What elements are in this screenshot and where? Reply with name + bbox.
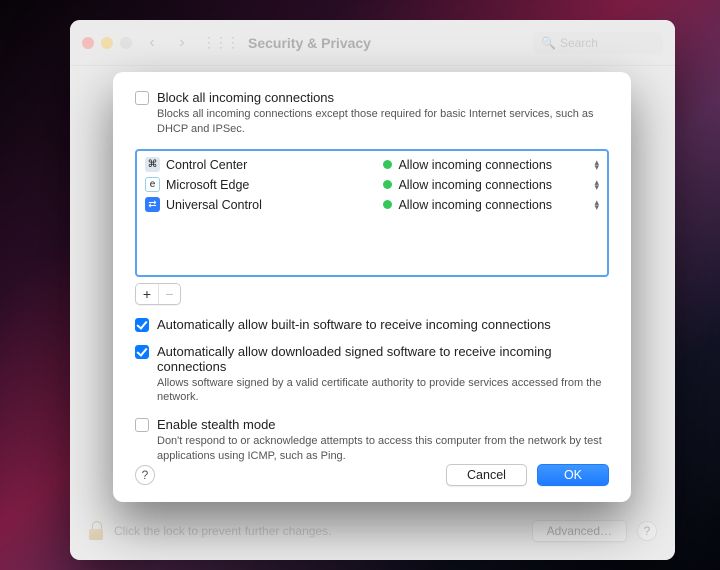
forward-button[interactable]: › <box>172 34 192 52</box>
block-all-label: Block all incoming connections <box>157 90 334 105</box>
block-all-option[interactable]: Block all incoming connections <box>135 90 609 105</box>
ok-button[interactable]: OK <box>537 464 609 486</box>
auto-signed-option[interactable]: Automatically allow downloaded signed so… <box>135 344 609 374</box>
status-stepper[interactable]: ▴▾ <box>594 160 599 170</box>
list-item[interactable]: ⇄ Universal Control Allow incoming conne… <box>137 195 607 215</box>
auto-builtin-checkbox[interactable] <box>135 318 149 332</box>
window-traffic-lights[interactable] <box>82 37 132 49</box>
stealth-checkbox[interactable] <box>135 418 149 432</box>
status-dot-icon <box>383 160 392 169</box>
stealth-label: Enable stealth mode <box>157 417 276 432</box>
auto-signed-description: Allows software signed by a valid certif… <box>157 376 609 406</box>
cancel-button[interactable]: Cancel <box>446 464 527 486</box>
add-app-button[interactable]: + <box>136 284 158 304</box>
status-dot-icon <box>383 180 392 189</box>
auto-builtin-label: Automatically allow built-in software to… <box>157 317 551 332</box>
window-toolbar: ‹ › ⋮⋮⋮ Security & Privacy 🔍 Search <box>70 20 675 66</box>
status-label: Allow incoming connections <box>398 158 588 172</box>
list-item[interactable]: ⌘ Control Center Allow incoming connecti… <box>137 155 607 175</box>
auto-builtin-option[interactable]: Automatically allow built-in software to… <box>135 317 609 332</box>
search-placeholder: Search <box>560 36 598 50</box>
status-stepper[interactable]: ▴▾ <box>594 200 599 210</box>
window-title: Security & Privacy <box>248 35 371 51</box>
stealth-description: Don't respond to or acknowledge attempts… <box>157 434 609 464</box>
status-stepper[interactable]: ▴▾ <box>594 180 599 190</box>
status-label: Allow incoming connections <box>398 178 588 192</box>
lock-icon[interactable] <box>88 521 104 541</box>
block-all-description: Blocks all incoming connections except t… <box>157 107 609 137</box>
app-name: Microsoft Edge <box>166 178 377 192</box>
sheet-footer: ? Cancel OK <box>135 464 609 486</box>
advanced-button[interactable]: Advanced… <box>532 520 627 542</box>
app-list[interactable]: ⌘ Control Center Allow incoming connecti… <box>135 149 609 277</box>
status-dot-icon <box>383 200 392 209</box>
help-button[interactable]: ? <box>637 521 657 541</box>
remove-app-button[interactable]: − <box>158 284 180 304</box>
show-all-icon[interactable]: ⋮⋮⋮ <box>202 34 238 51</box>
app-name: Control Center <box>166 158 377 172</box>
universal-control-icon: ⇄ <box>145 197 160 212</box>
status-label: Allow incoming connections <box>398 198 588 212</box>
edge-icon: e <box>145 177 160 192</box>
auto-signed-label: Automatically allow downloaded signed so… <box>157 344 609 374</box>
sheet-help-button[interactable]: ? <box>135 465 155 485</box>
search-input[interactable]: 🔍 Search <box>533 32 663 54</box>
lock-row: Click the lock to prevent further change… <box>88 520 657 542</box>
firewall-options-sheet: Block all incoming connections Blocks al… <box>113 72 631 502</box>
stealth-option[interactable]: Enable stealth mode <box>135 417 609 432</box>
back-button[interactable]: ‹ <box>142 34 162 52</box>
close-window-button[interactable] <box>82 37 94 49</box>
list-item[interactable]: e Microsoft Edge Allow incoming connecti… <box>137 175 607 195</box>
control-center-icon: ⌘ <box>145 157 160 172</box>
block-all-checkbox[interactable] <box>135 91 149 105</box>
search-icon: 🔍 <box>541 36 556 50</box>
zoom-window-button[interactable] <box>120 37 132 49</box>
app-name: Universal Control <box>166 198 377 212</box>
auto-signed-checkbox[interactable] <box>135 345 149 359</box>
desktop-background: ‹ › ⋮⋮⋮ Security & Privacy 🔍 Search Clic… <box>0 0 720 570</box>
minimize-window-button[interactable] <box>101 37 113 49</box>
lock-text: Click the lock to prevent further change… <box>114 524 331 538</box>
add-remove-bar: + − <box>135 283 609 305</box>
